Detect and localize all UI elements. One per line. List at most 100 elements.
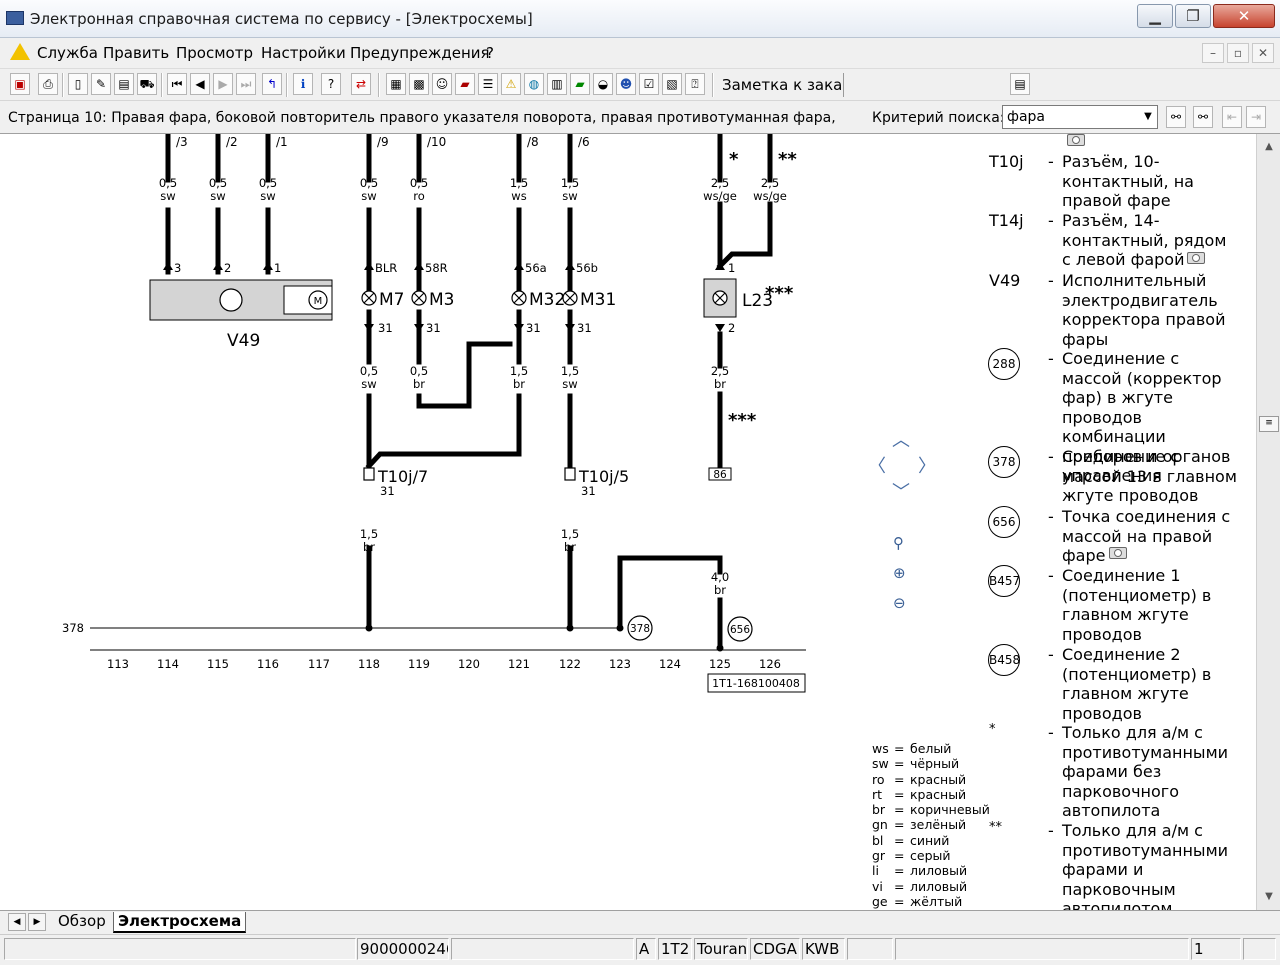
help-icon[interactable]: ? [321, 73, 341, 95]
maximize-button[interactable]: ❐ [1175, 4, 1211, 28]
checklist-icon[interactable]: ☑ [639, 73, 659, 95]
tab-scroll-right-icon[interactable]: ▶ [28, 913, 46, 931]
last-page-icon[interactable]: ⏭ [236, 73, 256, 95]
list-icon[interactable]: ☰ [478, 73, 498, 95]
previous-page-icon[interactable]: ◀ [190, 73, 210, 95]
color-legend-row: bl = синий [872, 833, 990, 848]
legend-text: Только для а/м с противотуманными фарами… [1062, 723, 1229, 820]
wire-color: sw [160, 189, 175, 203]
chevron-down-icon[interactable]: ▼ [1139, 106, 1157, 128]
edit-document-icon[interactable]: ✎ [91, 73, 111, 95]
zoom-icon[interactable]: ⚲ [893, 534, 904, 552]
next-page-icon[interactable]: ▶ [213, 73, 233, 95]
app-window: Электронная справочная система по сервис… [0, 0, 1280, 965]
legend-code: V49 [989, 271, 1021, 290]
calculator-icon[interactable]: ▥ [547, 73, 567, 95]
pan-up-icon[interactable]: ︿ [892, 426, 910, 452]
resize-grip-icon[interactable] [1243, 938, 1276, 960]
search-criterion-combo[interactable]: фара ▼ [1002, 105, 1158, 129]
note-edit-icon[interactable]: ▤ [1010, 73, 1030, 95]
question-doc-icon[interactable]: ⍰ [685, 73, 705, 95]
zoom-in-icon[interactable]: ⊕ [893, 564, 906, 582]
green-book-icon[interactable]: ▰ [570, 73, 590, 95]
column-number: 125 [709, 657, 731, 671]
car-icon[interactable]: ◒ [593, 73, 613, 95]
tab-wiring-diagram[interactable]: Электросхема [113, 912, 247, 933]
wire-color: ws/ge [703, 189, 737, 203]
user-car-icon[interactable]: ☻ [616, 73, 636, 95]
pan-down-icon[interactable]: ﹀ [892, 478, 910, 504]
warning-toolbar-icon[interactable]: ⚠ [501, 73, 521, 95]
search-next-icon[interactable]: ⇥ [1246, 106, 1266, 128]
menu-service[interactable]: Служба [37, 44, 98, 62]
pan-left-icon[interactable]: 〈 [868, 452, 886, 478]
notes-icon[interactable]: ▤ [114, 73, 134, 95]
tab-overview[interactable]: Обзор [54, 912, 110, 933]
pin-label: 31 [378, 321, 393, 335]
mdi-minimize-button[interactable]: – [1202, 43, 1224, 63]
app-icon [6, 11, 24, 25]
wire-color: br [513, 377, 525, 391]
pin-arrow [565, 324, 575, 332]
wire-color: br [714, 377, 726, 391]
menu-settings[interactable]: Настройки [261, 44, 346, 62]
menu-warnings[interactable]: Предупреждения [350, 44, 490, 62]
info-icon[interactable]: ℹ [293, 73, 313, 95]
scroll-down-icon[interactable]: ▼ [1260, 888, 1278, 906]
color-legend-row: ge = жёлтый [872, 894, 990, 909]
zoom-out-icon[interactable]: ⊖ [893, 594, 906, 612]
globe-icon[interactable]: ◍ [524, 73, 544, 95]
people-icon[interactable]: ☺ [432, 73, 452, 95]
legend-text: Разъём, 10-контактный, на правой фаре [1062, 152, 1194, 210]
manual-icon[interactable]: ▰ [455, 73, 475, 95]
binoculars-next-icon[interactable]: ⚯ [1193, 106, 1213, 128]
toolbar-separator [286, 73, 288, 97]
wire-section: 2,5 [761, 176, 779, 190]
menu-bar: Служба Править Просмотр Настройки Предуп… [0, 38, 1280, 68]
toolbar-separator [378, 73, 380, 97]
catalog-icon[interactable]: ▩ [409, 73, 429, 95]
bookshelf-icon[interactable]: ▧ [662, 73, 682, 95]
status-order-number: 9000000246 [357, 938, 449, 960]
close-button[interactable]: ✕ [1213, 4, 1275, 28]
wire-section: 2,5 [711, 364, 729, 378]
wiring-diagram-area[interactable]: 0,5 sw 0,5 sw 0,5 sw 0,5 sw 0,5 ro 1,5 w… [0, 134, 1256, 910]
new-document-icon[interactable]: ▯ [68, 73, 88, 95]
column-number: 113 [107, 657, 129, 671]
back-icon[interactable]: ↰ [262, 73, 282, 95]
legend-code: B457 [988, 565, 1020, 597]
junction-dot [365, 624, 373, 632]
minimize-button[interactable]: ▁ [1137, 4, 1173, 28]
print-icon[interactable]: ⎙ [38, 73, 58, 95]
pan-right-icon[interactable]: 〉 [918, 452, 936, 478]
switch-icon[interactable]: ⇄ [351, 73, 371, 95]
status-bar: 9000000246 A 1T2 Touran CDGA KWB 1 [0, 934, 1280, 965]
note-field[interactable] [843, 73, 1008, 97]
scroll-thumb[interactable]: ≡ [1259, 416, 1279, 432]
wire-section: 1,5 [561, 527, 579, 541]
search-prev-icon[interactable]: ⇤ [1222, 106, 1242, 128]
pin-arrow [213, 262, 223, 270]
camera-icon[interactable] [1187, 252, 1205, 264]
toolbar: ▣ ⎙ ▯ ✎ ▤ ⛟ ⏮ ◀ ▶ ⏭ ↰ ℹ ? ⇄ ▦ ▩ ☺ ▰ ☰ ⚠ … [0, 68, 1280, 100]
color-name: красный [910, 771, 967, 787]
camera-icon[interactable] [1109, 547, 1127, 559]
menu-view[interactable]: Просмотр [176, 44, 253, 62]
book-icon[interactable]: ▦ [386, 73, 406, 95]
exit-icon[interactable]: ▣ [10, 73, 30, 95]
pin-arrow [715, 324, 725, 332]
vehicle-icon[interactable]: ⛟ [137, 73, 157, 95]
mdi-restore-button[interactable]: ▫ [1227, 43, 1249, 63]
tab-scroll-left-icon[interactable]: ◀ [8, 913, 26, 931]
column-number: 117 [308, 657, 330, 671]
mdi-close-button[interactable]: ✕ [1252, 43, 1274, 63]
vertical-scrollbar[interactable]: ▲ ≡ ▼ [1256, 134, 1280, 910]
menu-edit[interactable]: Править [103, 44, 169, 62]
component-label: M3 [429, 290, 454, 310]
menu-help[interactable]: ? [486, 44, 494, 62]
camera-icon[interactable] [1067, 134, 1085, 146]
scroll-up-icon[interactable]: ▲ [1260, 138, 1278, 156]
binoculars-icon[interactable]: ⚯ [1166, 106, 1186, 128]
equals-sign: = [894, 878, 905, 894]
first-page-icon[interactable]: ⏮ [167, 73, 187, 95]
